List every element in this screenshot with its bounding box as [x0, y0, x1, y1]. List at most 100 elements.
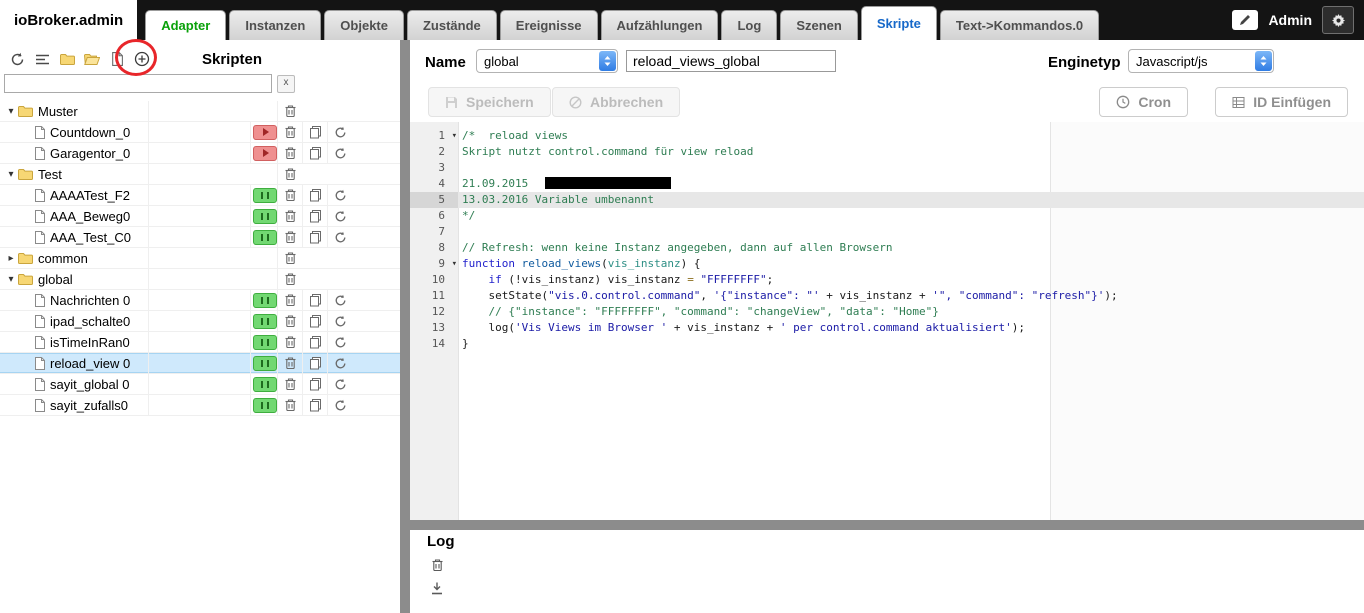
pause-script-button[interactable]: [253, 398, 277, 413]
gutter-line-number[interactable]: 5: [410, 192, 458, 208]
copy-script-button[interactable]: [309, 146, 322, 160]
insert-id-button[interactable]: ID Einfügen: [1215, 87, 1348, 117]
tab-adapter[interactable]: Adapter: [145, 10, 226, 40]
copy-script-button[interactable]: [309, 398, 322, 412]
restart-script-button[interactable]: [334, 357, 347, 370]
tree-script-istimeinran0[interactable]: isTimeInRan0: [0, 332, 400, 353]
code-line-9[interactable]: 9▾function reload_views(vis_instanz) {: [410, 256, 1364, 272]
fold-toggle-icon[interactable]: ▾: [452, 128, 457, 144]
copy-script-button[interactable]: [309, 125, 322, 139]
refresh-button[interactable]: [8, 50, 26, 68]
tree-script-nachrichten-0[interactable]: Nachrichten 0: [0, 290, 400, 311]
restart-script-button[interactable]: [334, 210, 347, 223]
restart-script-button[interactable]: [334, 126, 347, 139]
expand-toggle-icon[interactable]: ▸: [4, 253, 18, 264]
tree-folder-common[interactable]: ▸common: [0, 248, 400, 269]
fold-toggle-icon[interactable]: ▾: [452, 256, 457, 272]
collapse-toggle-icon[interactable]: ▾: [4, 274, 18, 285]
tab-ereignisse[interactable]: Ereignisse: [500, 10, 598, 40]
copy-script-button[interactable]: [309, 209, 322, 223]
pause-script-button[interactable]: [253, 209, 277, 224]
copy-script-button[interactable]: [309, 230, 322, 244]
code-line-1[interactable]: 1▾/* reload views: [410, 128, 1364, 144]
tree-script-ipad-schalte0[interactable]: ipad_schalte0: [0, 311, 400, 332]
delete-script-button[interactable]: [284, 146, 297, 160]
delete-script-button[interactable]: [284, 377, 297, 391]
pause-script-button[interactable]: [253, 293, 277, 308]
new-file-button[interactable]: [108, 50, 126, 68]
vertical-splitter[interactable]: [400, 40, 410, 613]
tree-script-aaa-beweg0[interactable]: AAA_Beweg0: [0, 206, 400, 227]
code-line-5[interactable]: 513.03.2016 Variable umbenannt: [410, 192, 1364, 208]
pause-script-button[interactable]: [253, 377, 277, 392]
tab-skripte[interactable]: Skripte: [861, 6, 937, 40]
cron-button[interactable]: Cron: [1099, 87, 1188, 117]
gutter-line-number[interactable]: 6: [410, 208, 458, 224]
horizontal-splitter[interactable]: [410, 520, 1364, 530]
edit-mode-button[interactable]: [1232, 10, 1258, 30]
delete-script-button[interactable]: [284, 230, 297, 244]
pause-script-button[interactable]: [253, 335, 277, 350]
clear-filter-button[interactable]: x: [277, 75, 295, 93]
tab-aufz-hlungen[interactable]: Aufzählungen: [601, 10, 719, 40]
folder-button[interactable]: [58, 50, 76, 68]
tab-objekte[interactable]: Objekte: [324, 10, 404, 40]
restart-script-button[interactable]: [334, 336, 347, 349]
delete-folder-button[interactable]: [284, 272, 297, 286]
code-line-2[interactable]: 2Skript nutzt control.command für view r…: [410, 144, 1364, 160]
gutter-line-number[interactable]: 7: [410, 224, 458, 240]
copy-script-button[interactable]: [309, 335, 322, 349]
copy-script-button[interactable]: [309, 188, 322, 202]
code-line-6[interactable]: 6*/: [410, 208, 1364, 224]
gutter-line-number[interactable]: 14: [410, 336, 458, 352]
delete-script-button[interactable]: [284, 335, 297, 349]
gutter-line-number[interactable]: 4: [410, 176, 458, 192]
engine-select[interactable]: Javascript/js: [1128, 49, 1274, 73]
pause-script-button[interactable]: [253, 230, 277, 245]
code-line-7[interactable]: 7: [410, 224, 1364, 240]
delete-folder-button[interactable]: [284, 251, 297, 265]
tree-script-aaaatest-f2[interactable]: AAAATest_F2: [0, 185, 400, 206]
code-line-4[interactable]: 421.09.2015: [410, 176, 1364, 192]
tree-script-countdown-0[interactable]: Countdown_0: [0, 122, 400, 143]
save-button[interactable]: Speichern: [428, 87, 551, 117]
tree-script-sayit-zufalls0[interactable]: sayit_zufalls0: [0, 395, 400, 416]
tab-szenen[interactable]: Szenen: [780, 10, 858, 40]
code-line-14[interactable]: 14}: [410, 336, 1364, 352]
tab-log[interactable]: Log: [721, 10, 777, 40]
gutter-line-number[interactable]: 2: [410, 144, 458, 160]
delete-script-button[interactable]: [284, 356, 297, 370]
tab-instanzen[interactable]: Instanzen: [229, 10, 321, 40]
folder-select[interactable]: global: [476, 49, 618, 73]
delete-folder-button[interactable]: [284, 104, 297, 118]
delete-script-button[interactable]: [284, 209, 297, 223]
tree-script-garagentor-0[interactable]: Garagentor_0: [0, 143, 400, 164]
gutter-line-number[interactable]: 3: [410, 160, 458, 176]
start-script-button[interactable]: [253, 146, 277, 161]
gutter-line-number[interactable]: 13: [410, 320, 458, 336]
tab-zust-nde[interactable]: Zustände: [407, 10, 497, 40]
tree-script-sayit-global-0[interactable]: sayit_global 0: [0, 374, 400, 395]
copy-script-button[interactable]: [309, 293, 322, 307]
pause-script-button[interactable]: [253, 356, 277, 371]
settings-button[interactable]: [1322, 6, 1354, 34]
script-filter-input[interactable]: [4, 74, 272, 93]
pause-script-button[interactable]: [253, 188, 277, 203]
delete-script-button[interactable]: [284, 314, 297, 328]
code-line-10[interactable]: 10 if (!vis_instanz) vis_instanz = "FFFF…: [410, 272, 1364, 288]
start-script-button[interactable]: [253, 125, 277, 140]
code-editor[interactable]: 1▾/* reload views2Skript nutzt control.c…: [410, 122, 1364, 520]
restart-script-button[interactable]: [334, 147, 347, 160]
gutter-line-number[interactable]: 1▾: [410, 128, 458, 144]
download-log-button[interactable]: [428, 579, 446, 597]
delete-script-button[interactable]: [284, 125, 297, 139]
collapse-all-button[interactable]: [33, 50, 51, 68]
cancel-button[interactable]: Abbrechen: [552, 87, 680, 117]
restart-script-button[interactable]: [334, 294, 347, 307]
copy-script-button[interactable]: [309, 356, 322, 370]
pause-script-button[interactable]: [253, 314, 277, 329]
collapse-toggle-icon[interactable]: ▾: [4, 106, 18, 117]
tab-text-kommandos-0[interactable]: Text->Kommandos.0: [940, 10, 1099, 40]
restart-script-button[interactable]: [334, 189, 347, 202]
delete-script-button[interactable]: [284, 188, 297, 202]
